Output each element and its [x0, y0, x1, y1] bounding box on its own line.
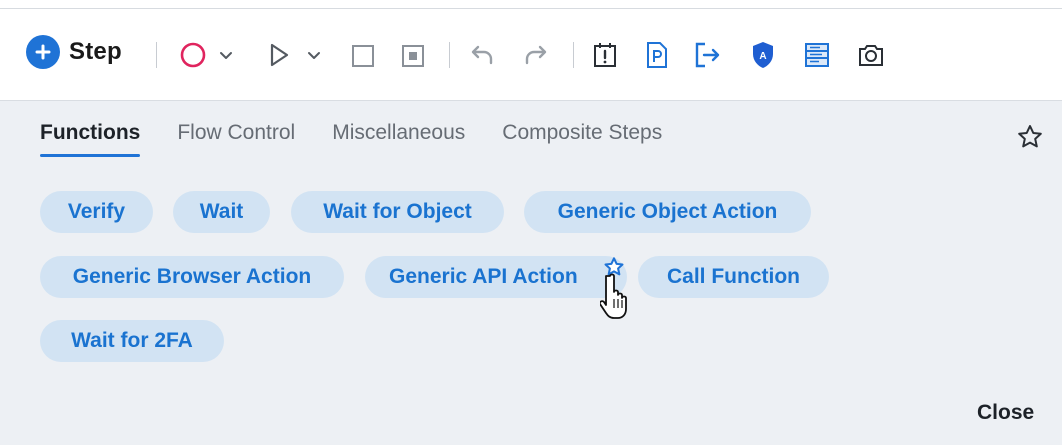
list-panel-button[interactable] — [802, 40, 832, 70]
chip-wait-for-2fa[interactable]: Wait for 2FA — [40, 320, 224, 362]
clipboard-alert-icon — [594, 43, 616, 67]
chip-call-function[interactable]: Call Function — [638, 256, 829, 298]
clipboard-button[interactable] — [590, 40, 620, 70]
pause-button[interactable] — [399, 42, 427, 70]
stop-icon — [352, 45, 374, 67]
play-button[interactable] — [266, 40, 292, 70]
redo-icon — [525, 45, 547, 65]
chip-verify[interactable]: Verify — [40, 191, 153, 233]
play-dropdown[interactable] — [304, 45, 324, 65]
document-icon — [647, 42, 667, 68]
record-icon — [180, 42, 206, 68]
tab-composite-steps[interactable]: Composite Steps — [502, 121, 662, 157]
category-tabs: Functions Flow Control Miscellaneous Com… — [40, 121, 699, 157]
chip-generic-api-action[interactable]: Generic API Action — [365, 256, 627, 298]
hand-pointer-icon — [598, 272, 636, 327]
tab-miscellaneous[interactable]: Miscellaneous — [332, 121, 465, 157]
export-button[interactable] — [692, 40, 724, 70]
toolbar-separator — [573, 42, 574, 68]
play-icon — [270, 43, 289, 67]
step-label: Step — [69, 38, 122, 65]
camera-icon — [859, 45, 883, 66]
toolbar-separator — [156, 42, 157, 68]
chip-generic-object-action[interactable]: Generic Object Action — [524, 191, 811, 233]
screenshot-button[interactable] — [856, 40, 886, 70]
play-dropdown-icon — [308, 52, 320, 59]
svg-text:A: A — [759, 51, 766, 62]
star-outline-icon — [1018, 125, 1042, 148]
tab-functions[interactable]: Functions — [40, 121, 141, 157]
chip-wait-for-object[interactable]: Wait for Object — [291, 191, 504, 233]
close-button[interactable]: Close — [977, 401, 1034, 425]
undo-icon — [471, 45, 493, 65]
security-button[interactable]: A — [748, 39, 778, 71]
chip-wait[interactable]: Wait — [173, 191, 270, 233]
add-step-button[interactable]: Step — [26, 34, 122, 70]
record-dropdown[interactable] — [216, 45, 236, 65]
favorites-button[interactable] — [1016, 123, 1044, 156]
record-dropdown-icon — [220, 52, 232, 59]
chip-generic-browser-action[interactable]: Generic Browser Action — [40, 256, 344, 298]
redo-button[interactable] — [520, 41, 550, 69]
undo-button[interactable] — [468, 41, 498, 69]
tab-flow-control[interactable]: Flow Control — [177, 121, 295, 157]
record-button[interactable] — [178, 40, 208, 70]
toolbar-separator — [449, 42, 450, 68]
list-panel-icon — [805, 43, 829, 67]
shield-icon: A — [753, 42, 773, 68]
step-picker-panel: Functions Flow Control Miscellaneous Com… — [0, 100, 1062, 445]
toolbar: Step A — [0, 9, 1062, 100]
stop-button[interactable] — [349, 42, 377, 70]
export-icon — [695, 42, 720, 68]
add-step-icon — [26, 35, 60, 69]
document-button[interactable] — [642, 40, 672, 70]
pause-icon — [402, 45, 424, 67]
